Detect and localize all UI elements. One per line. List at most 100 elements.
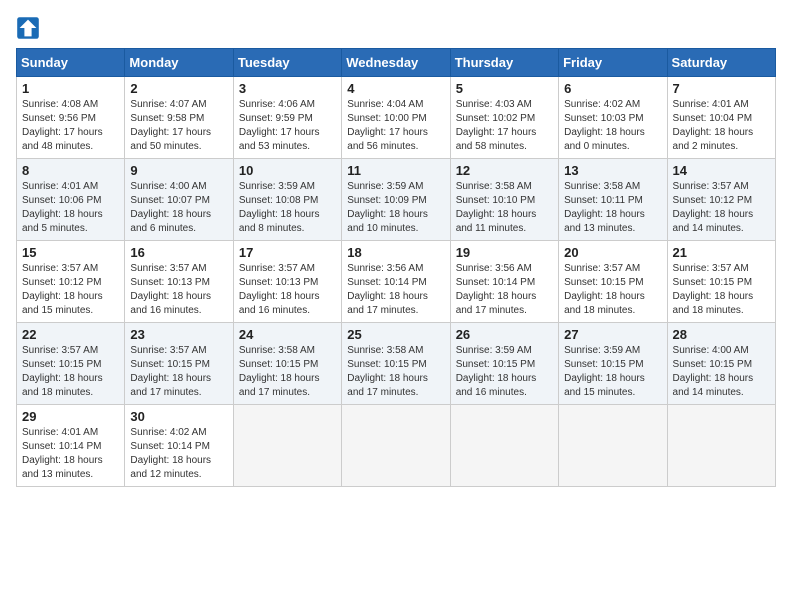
daylight-label: Daylight: 18 hours and 18 minutes. <box>673 291 754 316</box>
day-number: 3 <box>239 81 336 96</box>
sunset-label: Sunset: 10:12 PM <box>22 277 102 288</box>
sunset-label: Sunset: 10:03 PM <box>564 113 644 124</box>
day-number: 1 <box>22 81 119 96</box>
day-number: 24 <box>239 327 336 342</box>
sunset-label: Sunset: 10:15 PM <box>564 359 644 370</box>
sunset-label: Sunset: 9:56 PM <box>22 113 96 124</box>
sunset-label: Sunset: 10:15 PM <box>673 277 753 288</box>
sunset-label: Sunset: 10:14 PM <box>130 441 210 452</box>
calendar-cell: 10 Sunrise: 3:59 AM Sunset: 10:08 PM Day… <box>233 159 341 241</box>
calendar-header-row: SundayMondayTuesdayWednesdayThursdayFrid… <box>17 49 776 77</box>
calendar-cell: 16 Sunrise: 3:57 AM Sunset: 10:13 PM Day… <box>125 241 233 323</box>
sunrise-label: Sunrise: 4:02 AM <box>564 99 640 110</box>
day-info: Sunrise: 3:58 AM Sunset: 10:10 PM Daylig… <box>456 180 553 236</box>
calendar-header-monday: Monday <box>125 49 233 77</box>
sunrise-label: Sunrise: 4:00 AM <box>673 345 749 356</box>
daylight-label: Daylight: 18 hours and 6 minutes. <box>130 209 211 234</box>
calendar-cell: 7 Sunrise: 4:01 AM Sunset: 10:04 PM Dayl… <box>667 77 775 159</box>
sunset-label: Sunset: 10:14 PM <box>22 441 102 452</box>
daylight-label: Daylight: 18 hours and 11 minutes. <box>456 209 537 234</box>
sunset-label: Sunset: 10:14 PM <box>456 277 536 288</box>
daylight-label: Daylight: 18 hours and 13 minutes. <box>22 455 103 480</box>
day-number: 22 <box>22 327 119 342</box>
day-info: Sunrise: 4:00 AM Sunset: 10:15 PM Daylig… <box>673 344 770 400</box>
calendar-cell: 29 Sunrise: 4:01 AM Sunset: 10:14 PM Day… <box>17 405 125 487</box>
day-info: Sunrise: 4:02 AM Sunset: 10:14 PM Daylig… <box>130 426 227 482</box>
day-number: 28 <box>673 327 770 342</box>
daylight-label: Daylight: 18 hours and 17 minutes. <box>347 373 428 398</box>
sunrise-label: Sunrise: 3:58 AM <box>239 345 315 356</box>
daylight-label: Daylight: 18 hours and 14 minutes. <box>673 373 754 398</box>
sunrise-label: Sunrise: 4:02 AM <box>130 427 206 438</box>
day-info: Sunrise: 3:57 AM Sunset: 10:12 PM Daylig… <box>673 180 770 236</box>
calendar-cell: 21 Sunrise: 3:57 AM Sunset: 10:15 PM Day… <box>667 241 775 323</box>
daylight-label: Daylight: 18 hours and 15 minutes. <box>564 373 645 398</box>
daylight-label: Daylight: 18 hours and 17 minutes. <box>130 373 211 398</box>
calendar-cell: 8 Sunrise: 4:01 AM Sunset: 10:06 PM Dayl… <box>17 159 125 241</box>
sunset-label: Sunset: 10:14 PM <box>347 277 427 288</box>
day-info: Sunrise: 4:01 AM Sunset: 10:04 PM Daylig… <box>673 98 770 154</box>
calendar-cell: 15 Sunrise: 3:57 AM Sunset: 10:12 PM Day… <box>17 241 125 323</box>
sunrise-label: Sunrise: 3:59 AM <box>239 181 315 192</box>
day-info: Sunrise: 3:59 AM Sunset: 10:09 PM Daylig… <box>347 180 444 236</box>
sunrise-label: Sunrise: 3:57 AM <box>130 345 206 356</box>
page-header <box>16 16 776 40</box>
calendar-cell: 12 Sunrise: 3:58 AM Sunset: 10:10 PM Day… <box>450 159 558 241</box>
day-info: Sunrise: 4:01 AM Sunset: 10:14 PM Daylig… <box>22 426 119 482</box>
day-number: 14 <box>673 163 770 178</box>
sunset-label: Sunset: 10:15 PM <box>347 359 427 370</box>
calendar-cell: 23 Sunrise: 3:57 AM Sunset: 10:15 PM Day… <box>125 323 233 405</box>
day-info: Sunrise: 4:03 AM Sunset: 10:02 PM Daylig… <box>456 98 553 154</box>
daylight-label: Daylight: 18 hours and 14 minutes. <box>673 209 754 234</box>
sunrise-label: Sunrise: 4:01 AM <box>22 181 98 192</box>
day-number: 29 <box>22 409 119 424</box>
sunset-label: Sunset: 10:10 PM <box>456 195 536 206</box>
sunrise-label: Sunrise: 4:08 AM <box>22 99 98 110</box>
daylight-label: Daylight: 18 hours and 17 minutes. <box>347 291 428 316</box>
sunset-label: Sunset: 10:02 PM <box>456 113 536 124</box>
day-number: 7 <box>673 81 770 96</box>
calendar-cell: 11 Sunrise: 3:59 AM Sunset: 10:09 PM Day… <box>342 159 450 241</box>
calendar-cell: 24 Sunrise: 3:58 AM Sunset: 10:15 PM Day… <box>233 323 341 405</box>
daylight-label: Daylight: 17 hours and 48 minutes. <box>22 127 103 152</box>
sunrise-label: Sunrise: 3:59 AM <box>564 345 640 356</box>
calendar-cell: 30 Sunrise: 4:02 AM Sunset: 10:14 PM Day… <box>125 405 233 487</box>
day-number: 4 <box>347 81 444 96</box>
day-info: Sunrise: 4:06 AM Sunset: 9:59 PM Dayligh… <box>239 98 336 154</box>
day-info: Sunrise: 4:01 AM Sunset: 10:06 PM Daylig… <box>22 180 119 236</box>
sunset-label: Sunset: 9:58 PM <box>130 113 204 124</box>
day-number: 20 <box>564 245 661 260</box>
sunrise-label: Sunrise: 3:58 AM <box>564 181 640 192</box>
daylight-label: Daylight: 17 hours and 53 minutes. <box>239 127 320 152</box>
calendar-header-friday: Friday <box>559 49 667 77</box>
day-number: 11 <box>347 163 444 178</box>
sunrise-label: Sunrise: 3:56 AM <box>456 263 532 274</box>
sunset-label: Sunset: 10:04 PM <box>673 113 753 124</box>
calendar-cell <box>559 405 667 487</box>
calendar-header-saturday: Saturday <box>667 49 775 77</box>
day-info: Sunrise: 3:58 AM Sunset: 10:11 PM Daylig… <box>564 180 661 236</box>
day-number: 10 <box>239 163 336 178</box>
daylight-label: Daylight: 17 hours and 58 minutes. <box>456 127 537 152</box>
calendar-cell: 28 Sunrise: 4:00 AM Sunset: 10:15 PM Day… <box>667 323 775 405</box>
day-info: Sunrise: 3:56 AM Sunset: 10:14 PM Daylig… <box>456 262 553 318</box>
sunset-label: Sunset: 10:08 PM <box>239 195 319 206</box>
sunset-label: Sunset: 10:06 PM <box>22 195 102 206</box>
calendar-cell: 17 Sunrise: 3:57 AM Sunset: 10:13 PM Day… <box>233 241 341 323</box>
sunrise-label: Sunrise: 3:58 AM <box>347 345 423 356</box>
calendar-week-row: 8 Sunrise: 4:01 AM Sunset: 10:06 PM Dayl… <box>17 159 776 241</box>
calendar-header-thursday: Thursday <box>450 49 558 77</box>
calendar-cell: 27 Sunrise: 3:59 AM Sunset: 10:15 PM Day… <box>559 323 667 405</box>
day-info: Sunrise: 3:59 AM Sunset: 10:15 PM Daylig… <box>564 344 661 400</box>
calendar-cell: 14 Sunrise: 3:57 AM Sunset: 10:12 PM Day… <box>667 159 775 241</box>
calendar-cell: 19 Sunrise: 3:56 AM Sunset: 10:14 PM Day… <box>450 241 558 323</box>
calendar-cell <box>667 405 775 487</box>
calendar-week-row: 29 Sunrise: 4:01 AM Sunset: 10:14 PM Day… <box>17 405 776 487</box>
day-number: 26 <box>456 327 553 342</box>
calendar-cell <box>450 405 558 487</box>
daylight-label: Daylight: 17 hours and 50 minutes. <box>130 127 211 152</box>
sunrise-label: Sunrise: 3:57 AM <box>673 263 749 274</box>
day-number: 6 <box>564 81 661 96</box>
sunset-label: Sunset: 10:13 PM <box>239 277 319 288</box>
day-number: 5 <box>456 81 553 96</box>
